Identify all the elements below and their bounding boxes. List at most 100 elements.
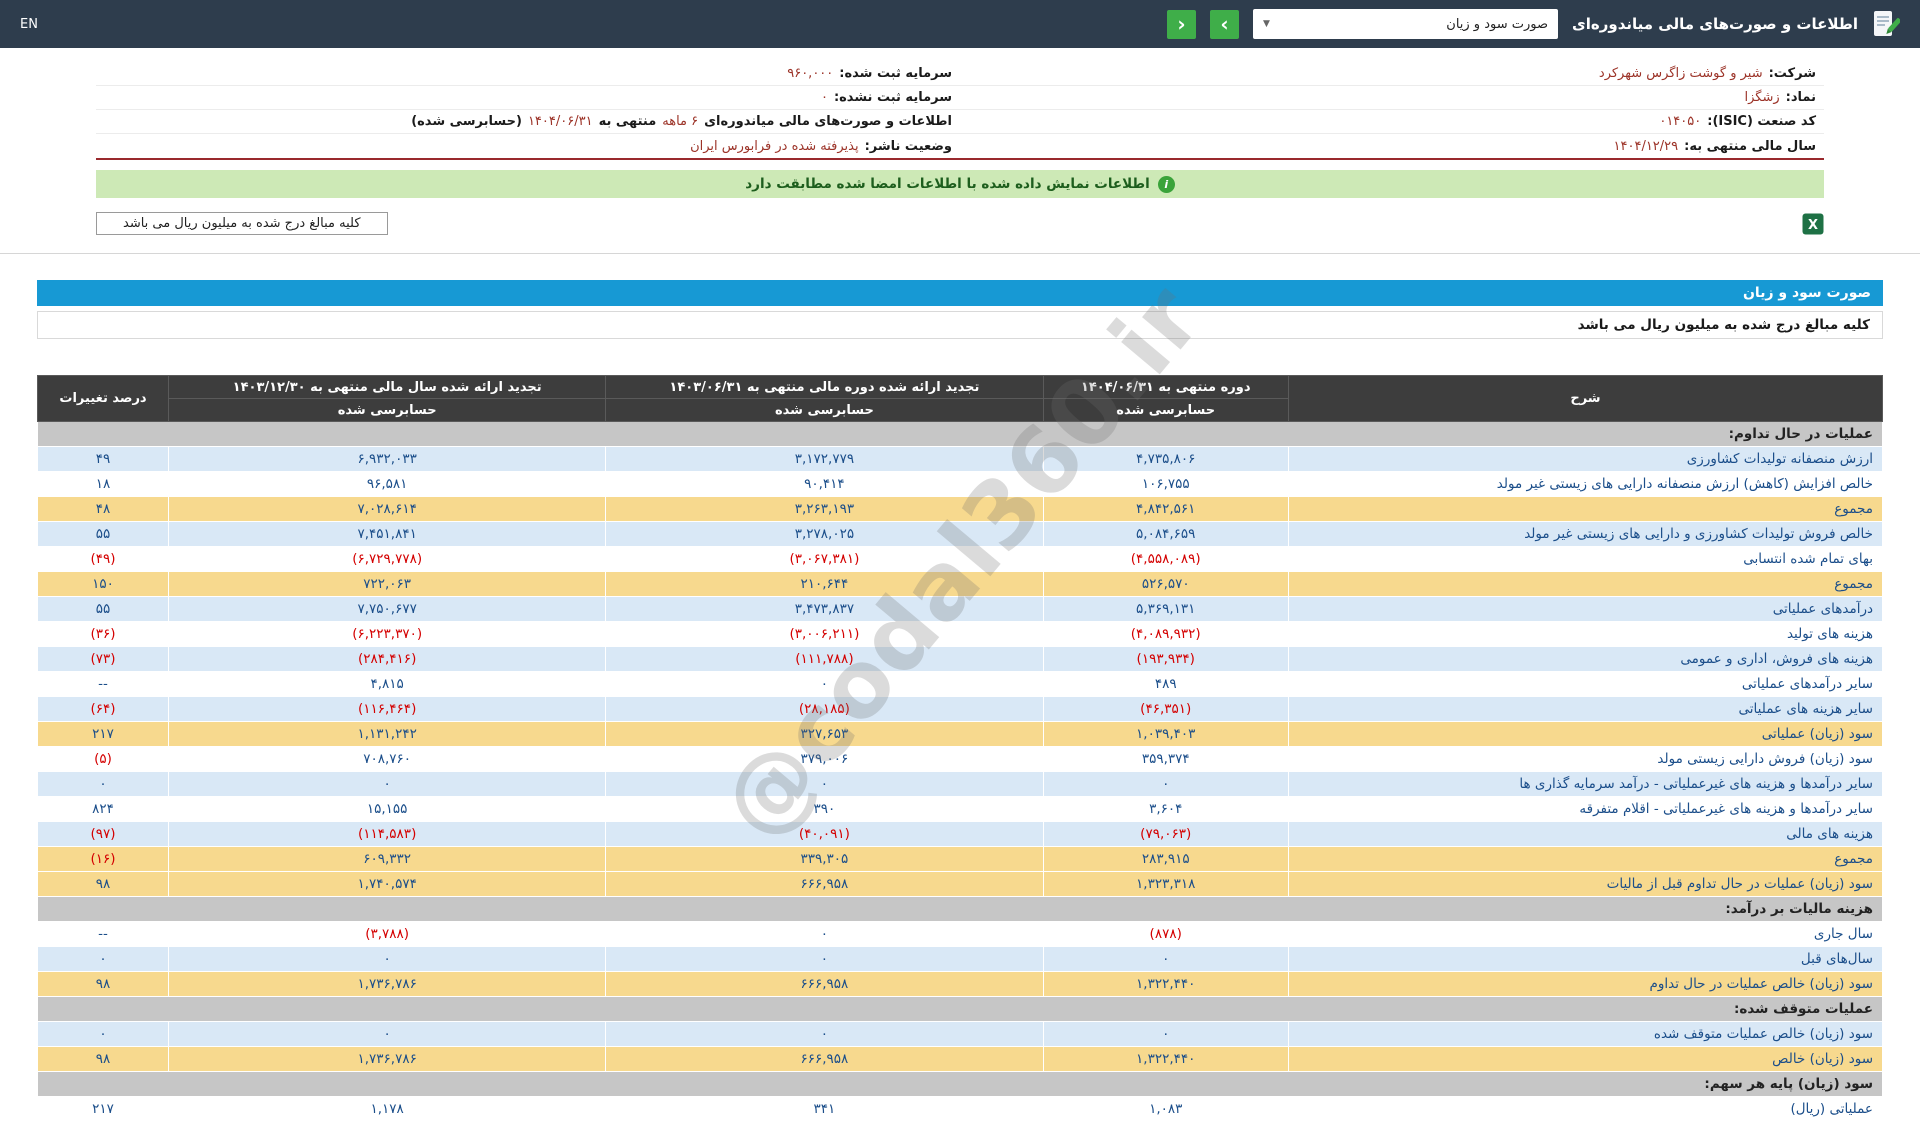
row-change-pct: ۱۵۰ bbox=[36, 571, 170, 597]
section-row: عملیات متوقف شده: bbox=[37, 996, 1883, 1022]
row-value: ۳۴۱ bbox=[605, 1096, 1044, 1122]
units-note-box: کلیه مبالغ درج شده به میلیون ریال می باش… bbox=[96, 212, 388, 235]
row-value: ۰ bbox=[168, 946, 607, 972]
row-value: ۶,۹۳۲,۰۳۳ bbox=[168, 446, 607, 472]
row-label: عملیاتی (ریال) bbox=[1287, 1096, 1884, 1122]
capital-value: ۹۶۰,۰۰۰ bbox=[787, 66, 834, 81]
row-change-pct: ۲۱۷ bbox=[36, 721, 170, 747]
row-value: ۰ bbox=[605, 771, 1044, 797]
row-value: ۱,۰۸۳ bbox=[1042, 1096, 1289, 1122]
row-value: ۰ bbox=[1042, 1021, 1289, 1047]
table-row: ارزش منصفانه تولیدات کشاورزی ۴,۷۳۵,۸۰۶ ۳,۱… bbox=[36, 446, 1884, 472]
row-value: ۰ bbox=[605, 1021, 1044, 1047]
row-value: ۰ bbox=[1042, 771, 1289, 797]
signature-match-banner: i اطلاعات نمایش داده شده با اطلاعات امضا… bbox=[96, 170, 1824, 198]
row-value: (۳,۰۶۷,۳۸۱) bbox=[605, 546, 1044, 572]
company-info-row: شرکت: شیر و گوشت زاگرس شهرکرد سرمایه ثبت… bbox=[96, 62, 1824, 86]
table-row: هزینه های تولید (۴,۰۸۹,۹۳۲) (۳,۰۰۶,۲۱۱) (۶,… bbox=[36, 621, 1884, 647]
row-change-pct: -- bbox=[36, 671, 170, 697]
row-value: ۱,۱۳۱,۲۴۲ bbox=[168, 721, 607, 747]
row-value: ۰ bbox=[168, 771, 607, 797]
ticker-value: زشگزا bbox=[1744, 90, 1780, 105]
audited-note: (حسابرسی شده) bbox=[411, 114, 522, 129]
row-change-pct: ۵۵ bbox=[36, 521, 170, 547]
row-value: ۴,۸۴۲,۵۶۱ bbox=[1042, 496, 1289, 522]
isic-cell: کد صنعت (ISIC): ۰۱۴۰۵۰ bbox=[960, 112, 1824, 131]
row-label: خالص افزایش (کاهش) ارزش منصفانه دارایی ه… bbox=[1287, 471, 1884, 497]
row-value: (۱۹۳,۹۳۴) bbox=[1042, 646, 1289, 672]
row-label: سود (زیان) عملیات در حال تداوم قبل از ما… bbox=[1287, 871, 1884, 897]
row-value: ۱۰۶,۷۵۵ bbox=[1042, 471, 1289, 497]
row-value: ۱,۷۳۶,۷۸۶ bbox=[168, 1046, 607, 1072]
statement-select[interactable]: صورت سود و زیان ▼ bbox=[1253, 9, 1559, 39]
table-row: سود (زیان) عملیاتی ۱,۰۳۹,۴۰۳ ۳۲۷,۶۵۳ ۱,۱۳۱,… bbox=[36, 721, 1884, 747]
nav-forward-button[interactable]: › bbox=[1210, 9, 1240, 39]
row-value: (۷۹,۰۶۳) bbox=[1042, 821, 1289, 847]
issuer-status-value: پذیرفته شده در فرابورس ایران bbox=[690, 138, 859, 154]
table-row: خالص افزایش (کاهش) ارزش منصفانه دارایی ه… bbox=[36, 471, 1884, 497]
table-row: مجموع ۵۲۶,۵۷۰ ۲۱۰,۶۴۴ ۷۲۲,۰۶۳ ۱۵۰ bbox=[36, 571, 1884, 597]
table-row: درآمدهای عملیاتی ۵,۳۶۹,۱۳۱ ۳,۴۷۳,۸۳۷ ۷,۷۵۰,… bbox=[36, 596, 1884, 622]
header-change-pct: درصد تغییرات bbox=[36, 375, 170, 422]
row-value: (۴۰,۰۹۱) bbox=[605, 821, 1044, 847]
row-value: ۱,۷۳۶,۷۸۶ bbox=[168, 971, 607, 997]
row-value: ۵۲۶,۵۷۰ bbox=[1042, 571, 1289, 597]
row-label: سود (زیان) عملیاتی bbox=[1287, 721, 1884, 747]
row-label: سایر درآمدها و هزینه های غیرعملیاتی - در… bbox=[1287, 771, 1884, 797]
row-value: (۴,۰۸۹,۹۳۲) bbox=[1042, 621, 1289, 647]
section-row: سود (زیان) پایه هر سهم: bbox=[37, 1071, 1883, 1097]
row-value: ۰ bbox=[605, 921, 1044, 947]
table-row: سود (زیان) خالص عملیات در حال تداوم ۱,۳۲۲… bbox=[36, 971, 1884, 997]
row-value: ۰ bbox=[168, 1021, 607, 1047]
row-change-pct: ۵۵ bbox=[36, 596, 170, 622]
row-label: سال جاری bbox=[1287, 921, 1884, 947]
issuer-status-label: وضعیت ناشر: bbox=[864, 138, 952, 154]
row-change-pct: ۹۸ bbox=[36, 971, 170, 997]
row-label: سود (زیان) خالص عملیات متوقف شده bbox=[1287, 1021, 1884, 1047]
row-value: ۷۰۸,۷۶۰ bbox=[168, 746, 607, 772]
divider bbox=[0, 253, 1920, 254]
section-label: سود (زیان) پایه هر سهم: bbox=[37, 1071, 1883, 1097]
fiscal-year-cell: سال مالی منتهی به: ۱۴۰۴/۱۲/۲۹ bbox=[960, 137, 1824, 156]
row-label: مجموع bbox=[1287, 846, 1884, 872]
table-row: سال‌های قبل ۰ ۰ ۰ ۰ bbox=[36, 946, 1884, 972]
row-value: ۳۵۹,۳۷۴ bbox=[1042, 746, 1289, 772]
company-info: شرکت: شیر و گوشت زاگرس شهرکرد سرمایه ثبت… bbox=[96, 62, 1824, 160]
row-value: (۱۱۶,۴۶۴) bbox=[168, 696, 607, 722]
row-value: ۰ bbox=[605, 671, 1044, 697]
unregistered-capital-cell: سرمایه ثبت نشده: ۰ bbox=[96, 88, 960, 107]
row-value: (۸۷۸) bbox=[1042, 921, 1289, 947]
row-value: ۱,۳۲۲,۴۴۰ bbox=[1042, 1046, 1289, 1072]
language-toggle[interactable]: EN bbox=[20, 17, 38, 32]
row-label: هزینه های مالی bbox=[1287, 821, 1884, 847]
unregistered-capital-label: سرمایه ثبت نشده: bbox=[833, 90, 952, 105]
nav-back-button[interactable]: ‹ bbox=[1167, 9, 1197, 39]
page-title: اطلاعات و صورت‌های مالی میاندوره‌ای bbox=[1572, 15, 1858, 33]
row-label: سایر درآمدها و هزینه های غیرعملیاتی - اق… bbox=[1287, 796, 1884, 822]
company-info-row: سال مالی منتهی به: ۱۴۰۴/۱۲/۲۹ وضعیت ناشر… bbox=[96, 134, 1824, 158]
table-row: سایر درآمدها و هزینه های غیرعملیاتی - در… bbox=[36, 771, 1884, 797]
row-label: سود (زیان) خالص عملیات در حال تداوم bbox=[1287, 971, 1884, 997]
row-value: ۳۳۹,۳۰۵ bbox=[605, 846, 1044, 872]
row-value: ۰ bbox=[605, 946, 1044, 972]
row-change-pct: (۹۷) bbox=[36, 821, 170, 847]
statement-units-note: کلیه مبالغ درج شده به میلیون ریال می باش… bbox=[37, 311, 1883, 339]
row-change-pct: (۱۶) bbox=[36, 846, 170, 872]
excel-export-icon[interactable]: X bbox=[1802, 213, 1824, 235]
row-value: ۹۰,۴۱۴ bbox=[605, 471, 1044, 497]
section-row: عملیات در حال تداوم: bbox=[37, 421, 1883, 447]
row-value: ۶۰۹,۳۳۲ bbox=[168, 846, 607, 872]
header-audited: حسابرسی شده bbox=[605, 398, 1044, 422]
period-info-cell: اطلاعات و صورت‌های مالی میاندوره‌ای ۶ ما… bbox=[96, 112, 960, 131]
row-value: ۶۶۶,۹۵۸ bbox=[605, 871, 1044, 897]
row-value: (۳,۷۸۸) bbox=[168, 921, 607, 947]
row-change-pct: (۵) bbox=[36, 746, 170, 772]
row-value: ۲۸۳,۹۱۵ bbox=[1042, 846, 1289, 872]
svg-text:X: X bbox=[1808, 218, 1818, 233]
header-current-period: دوره منتهی به ۱۴۰۴/۰۶/۳۱ bbox=[1042, 375, 1289, 399]
row-value: ۹۶,۵۸۱ bbox=[168, 471, 607, 497]
row-change-pct: ۴۸ bbox=[36, 496, 170, 522]
table-row: مجموع ۲۸۳,۹۱۵ ۳۳۹,۳۰۵ ۶۰۹,۳۳۲ (۱۶) bbox=[36, 846, 1884, 872]
row-label: سایر درآمدهای عملیاتی bbox=[1287, 671, 1884, 697]
table-row: بهای تمام شده انتسابی (۴,۵۵۸,۰۸۹) (۳,۰۶۷,۳… bbox=[36, 546, 1884, 572]
